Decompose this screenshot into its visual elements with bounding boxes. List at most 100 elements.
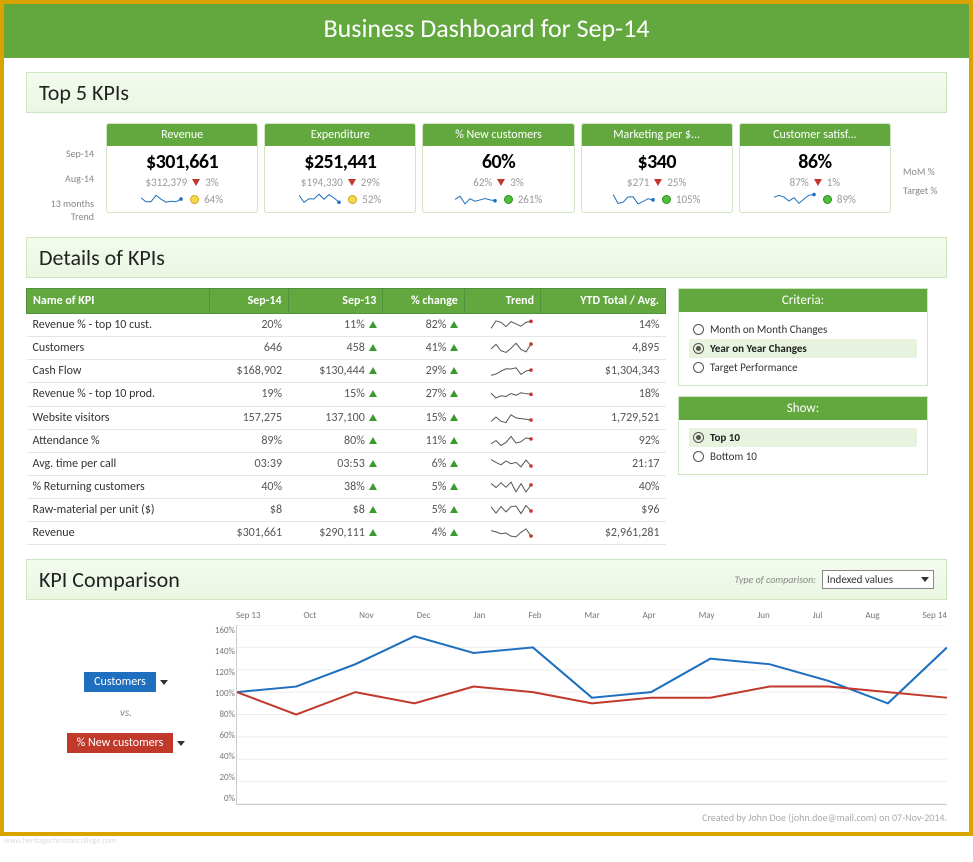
kpi-target-pct: 105% <box>676 193 701 206</box>
kpi-trend <box>464 452 540 475</box>
kpi-target-pct: 89% <box>837 193 856 206</box>
status-dot-icon <box>504 195 513 204</box>
up-arrow-icon <box>450 344 458 351</box>
radio-option[interactable]: Month on Month Changes <box>689 320 917 339</box>
kpi-prev: 11% <box>288 314 383 337</box>
up-arrow-icon <box>369 529 377 536</box>
kpi-cur: 03:39 <box>210 452 288 475</box>
up-arrow-icon <box>450 437 458 444</box>
kpi-trend <box>464 383 540 406</box>
up-arrow-icon <box>369 414 377 421</box>
kpi-card[interactable]: Marketing per $... $340 $271 25% 105% <box>581 123 733 213</box>
label-target: Target % <box>903 184 947 197</box>
kpi-card[interactable]: Revenue $301,661 $312,379 3% 64% <box>106 123 258 213</box>
kpi-trend <box>464 360 540 383</box>
series-b-select[interactable]: % New customers <box>67 733 186 753</box>
kpi-ytd: $96 <box>541 499 666 522</box>
kpi-pct-change: 15% <box>383 406 465 429</box>
table-row: Revenue $301,661 $290,111 4% $2,961,281 <box>27 522 666 545</box>
kpi-target-pct: 64% <box>204 193 223 206</box>
kpi-cur: $168,902 <box>210 360 288 383</box>
kpi-cur: 19% <box>210 383 288 406</box>
radio-option[interactable]: Target Performance <box>689 358 917 377</box>
kpi-ytd: 14% <box>541 314 666 337</box>
kpi-cur: 89% <box>210 429 288 452</box>
series-a-label: Customers <box>84 672 156 692</box>
kpi-pct-change: 27% <box>383 383 465 406</box>
kpi-cur: 646 <box>210 337 288 360</box>
kpi-mom-pct: 3% <box>510 176 523 189</box>
up-arrow-icon <box>450 506 458 513</box>
kpi-name: Customers <box>27 337 210 360</box>
kpi-ytd: 1,729,521 <box>541 406 666 429</box>
kpi-prev: $130,444 <box>288 360 383 383</box>
kpi-card-value: $340 <box>588 150 726 174</box>
sparkline <box>141 192 185 206</box>
table-header: Trend <box>464 289 540 314</box>
kpi-card-title: Marketing per $... <box>582 124 732 146</box>
section-comparison: KPI Comparison <box>39 566 734 593</box>
kpi-card-value: 86% <box>746 150 884 174</box>
kpi-ytd: 21:17 <box>541 452 666 475</box>
up-arrow-icon <box>450 529 458 536</box>
kpi-card[interactable]: Customer satisf... 86% 87% 1% 89% <box>739 123 891 213</box>
kpi-prev: 03:53 <box>288 452 383 475</box>
kpi-pct-change: 5% <box>383 499 465 522</box>
kpi-ytd: $2,961,281 <box>541 522 666 545</box>
radio-label: Month on Month Changes <box>710 323 827 336</box>
kpi-card-title: Revenue <box>107 124 257 146</box>
kpi-card[interactable]: % New customers 60% 62% 3% 261% <box>422 123 574 213</box>
status-dot-icon <box>348 195 357 204</box>
table-header: Sep-13 <box>288 289 383 314</box>
label-prev-month: Aug-14 <box>26 172 94 185</box>
kpi-name: % Returning customers <box>27 475 210 498</box>
kpi-prev-value: $271 <box>627 176 649 189</box>
table-row: Cash Flow $168,902 $130,444 29% $1,304,3… <box>27 360 666 383</box>
section-top5: Top 5 KPIs <box>26 72 947 113</box>
sparkline <box>774 192 818 206</box>
show-title: Show: <box>679 397 927 420</box>
down-arrow-icon <box>192 179 200 186</box>
kpi-name: Revenue <box>27 522 210 545</box>
kpi-pct-change: 11% <box>383 429 465 452</box>
series-b-label: % New customers <box>67 733 174 753</box>
chart-x-labels: Sep 13OctNovDecJanFebMarAprMayJunJulAugS… <box>236 610 947 625</box>
kpi-trend <box>464 314 540 337</box>
up-arrow-icon <box>369 321 377 328</box>
radio-label: Bottom 10 <box>710 450 757 463</box>
label-current-month: Sep-14 <box>26 147 94 160</box>
kpi-prev-value: $194,330 <box>301 176 343 189</box>
kpi-cur: $8 <box>210 499 288 522</box>
sparkline <box>613 192 657 206</box>
kpi-pct-change: 6% <box>383 452 465 475</box>
kpi-card[interactable]: Expenditure $251,441 $194,330 29% 52% <box>264 123 416 213</box>
label-trend: 13 months Trend <box>26 197 94 223</box>
kpi-card-value: 60% <box>429 150 567 174</box>
up-arrow-icon <box>450 414 458 421</box>
kpi-mom-pct: 29% <box>361 176 380 189</box>
up-arrow-icon <box>450 321 458 328</box>
comparison-type-select[interactable]: Indexed values <box>822 570 934 589</box>
kpi-pct-change: 4% <box>383 522 465 545</box>
criteria-panel: Criteria: Month on Month ChangesYear on … <box>678 288 928 386</box>
kpi-name: Revenue % - top 10 prod. <box>27 383 210 406</box>
show-panel: Show: Top 10 Bottom 10 <box>678 396 928 475</box>
kpi-card-title: Customer satisf... <box>740 124 890 146</box>
series-a-select[interactable]: Customers <box>84 672 168 692</box>
radio-icon <box>693 451 704 462</box>
kpi-ytd: 18% <box>541 383 666 406</box>
kpi-name: Attendance % <box>27 429 210 452</box>
radio-option[interactable]: Top 10 <box>689 428 917 447</box>
kpi-prev: 137,100 <box>288 406 383 429</box>
chevron-down-icon <box>177 741 185 746</box>
radio-label: Top 10 <box>710 431 740 444</box>
radio-option[interactable]: Year on Year Changes <box>689 339 917 358</box>
radio-option[interactable]: Bottom 10 <box>689 447 917 466</box>
kpi-prev-value: $312,379 <box>145 176 187 189</box>
kpi-name: Revenue % - top 10 cust. <box>27 314 210 337</box>
kpi-card-value: $301,661 <box>113 150 251 174</box>
kpi-card-title: % New customers <box>423 124 573 146</box>
kpi-target-pct: 52% <box>362 193 381 206</box>
down-arrow-icon <box>348 179 356 186</box>
up-arrow-icon <box>369 437 377 444</box>
